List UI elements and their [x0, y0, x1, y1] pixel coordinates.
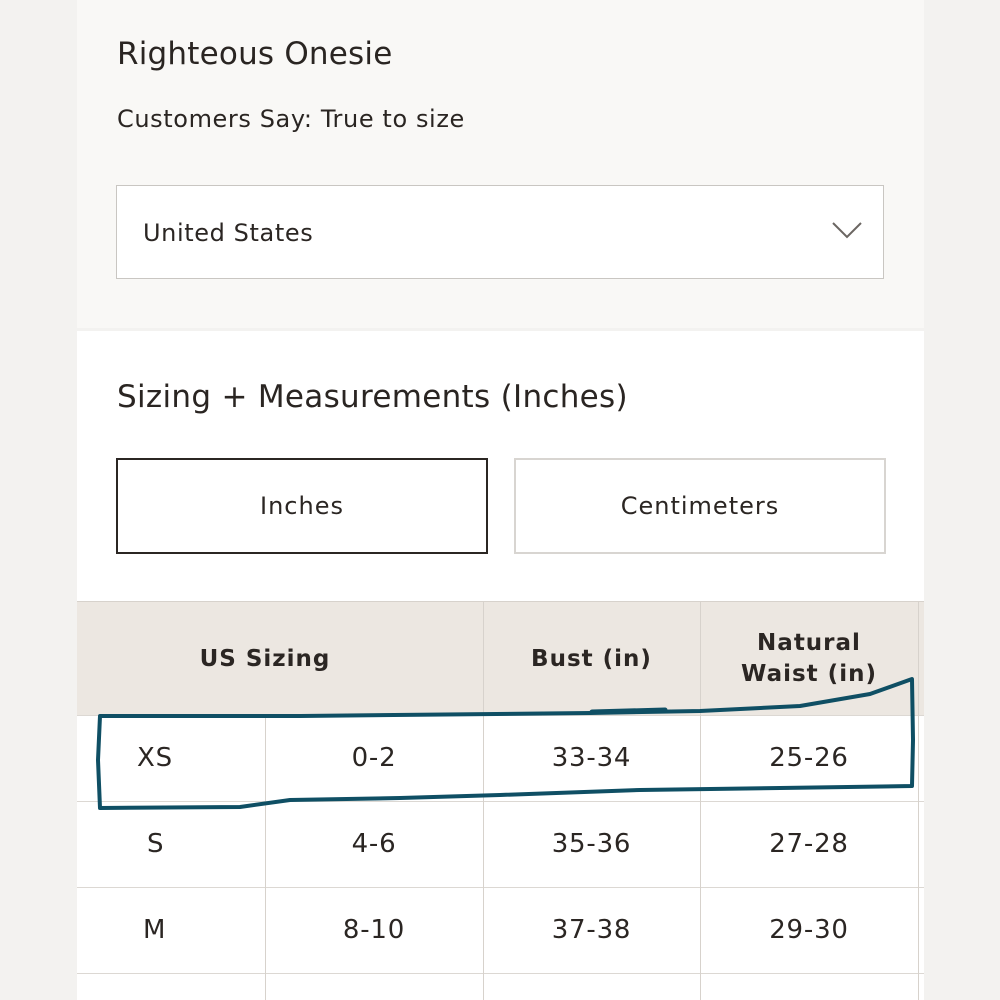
cell-bust: 37-38 [551, 915, 632, 945]
sizing-title: Sizing + Measurements (Inches) [117, 379, 628, 415]
cell-waist: 27-28 [769, 829, 849, 859]
table-row: S 4-6 35-36 27-28 [77, 801, 924, 887]
header-us-sizing: US Sizing [199, 645, 331, 672]
cell-bust: 35-36 [551, 829, 632, 859]
table-row: M 8-10 37-38 29-30 [77, 887, 924, 973]
unit-toggle-label: Inches [260, 492, 344, 520]
cell-size: XS [137, 743, 173, 773]
cell-waist: 25-26 [769, 743, 849, 773]
table-row: XS 0-2 33-34 25-26 [77, 715, 924, 801]
fit-note: Customers Say: True to size [117, 105, 465, 133]
column-divider [700, 601, 701, 1000]
cell-us-size: 8-10 [342, 915, 406, 945]
row-divider [77, 973, 924, 974]
unit-toggle-centimeters[interactable]: Centimeters [514, 458, 886, 554]
row-divider [77, 801, 924, 802]
cell-us-size: 4-6 [351, 829, 397, 859]
table-header: US Sizing Bust (in) Natural Waist (in) [77, 601, 924, 716]
header-bust: Bust (in) [531, 645, 652, 672]
size-table: US Sizing Bust (in) Natural Waist (in) X… [77, 601, 924, 1000]
cell-waist: 29-30 [769, 915, 849, 945]
country-select-value: United States [143, 219, 314, 247]
product-title: Righteous Onesie [117, 36, 393, 72]
country-select[interactable]: United States [116, 185, 884, 279]
cell-bust: 33-34 [551, 743, 632, 773]
column-divider [483, 601, 484, 1000]
chevron-down-icon [832, 222, 862, 239]
column-divider [265, 715, 266, 1000]
cell-size: S [147, 829, 165, 859]
row-divider [77, 715, 924, 716]
column-divider [918, 601, 919, 1000]
unit-toggle-inches[interactable]: Inches [116, 458, 488, 554]
cell-us-size: 0-2 [351, 743, 397, 773]
row-divider [77, 887, 924, 888]
unit-toggle-label: Centimeters [620, 492, 780, 520]
header-natural-waist: Natural Waist (in) [741, 630, 877, 687]
cell-size: M [143, 915, 167, 945]
